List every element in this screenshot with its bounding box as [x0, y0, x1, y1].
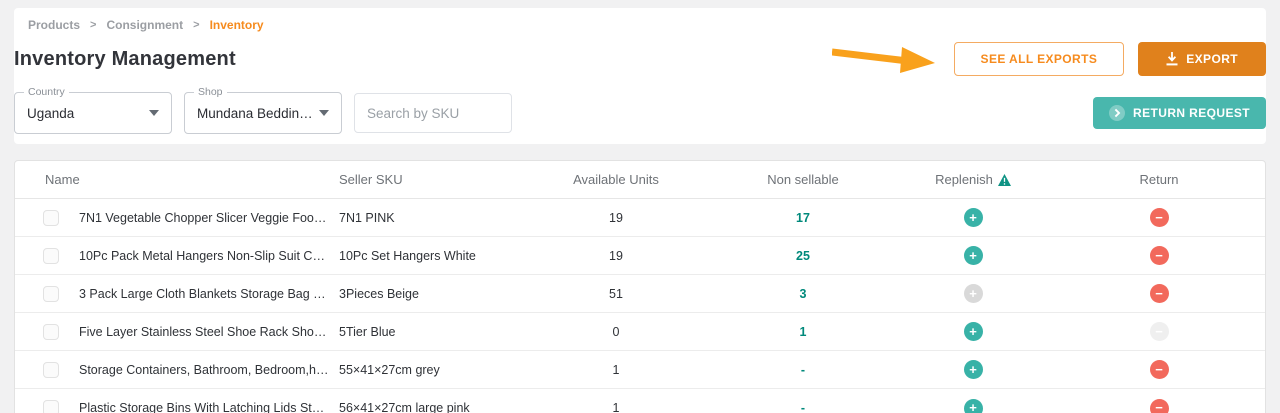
row-name: 7N1 Vegetable Chopper Slicer Veggie Food… [79, 210, 339, 225]
row-name: Plastic Storage Bins With Latching Lids … [79, 401, 339, 413]
table-row: Five Layer Stainless Steel Shoe Rack Sho… [15, 313, 1265, 351]
replenish-button[interactable]: + [963, 322, 983, 341]
table-row: Plastic Storage Bins With Latching Lids … [15, 389, 1265, 413]
row-name: Five Layer Stainless Steel Shoe Rack Sho… [79, 324, 339, 339]
chevron-down-icon [319, 110, 329, 116]
table-header-row: Name Seller SKU Available Units Non sell… [15, 161, 1265, 199]
column-header-name: Name [45, 172, 80, 187]
breadcrumb-products[interactable]: Products [28, 18, 80, 32]
row-seller-sku: 7N1 PINK [339, 210, 395, 225]
row-checkbox[interactable] [43, 209, 59, 226]
replenish-button[interactable]: + [963, 398, 983, 413]
row-non-sellable[interactable]: 17 [713, 211, 893, 225]
row-non-sellable[interactable]: 1 [713, 325, 893, 339]
column-header-replenish-label: Replenish [935, 172, 993, 187]
download-icon [1166, 52, 1178, 66]
row-non-sellable[interactable]: - [713, 363, 893, 377]
row-name: 10Pc Pack Metal Hangers Non-Slip Suit Co… [79, 248, 339, 263]
title-row: Inventory Management SEE ALL EXPORTS EXP… [14, 42, 1266, 76]
page-title: Inventory Management [14, 47, 236, 70]
row-seller-sku: 55×41×27cm grey [339, 362, 440, 377]
row-checkbox[interactable] [43, 285, 59, 302]
breadcrumb-inventory: Inventory [209, 18, 264, 32]
row-available-units: 51 [609, 286, 623, 301]
return-button[interactable]: − [1149, 208, 1169, 227]
table-body: 7N1 Vegetable Chopper Slicer Veggie Food… [15, 199, 1265, 413]
row-available-units: 1 [612, 362, 620, 377]
row-name: 3 Pack Large Cloth Blankets Storage Bag … [79, 286, 339, 301]
row-seller-sku: 5Tier Blue [339, 324, 396, 339]
row-seller-sku: 56×41×27cm large pink [339, 401, 470, 413]
column-header-return: Return [1139, 172, 1179, 187]
row-available-units: 0 [612, 324, 620, 339]
shop-select[interactable]: Shop Mundana Beddings - Mun... [184, 86, 342, 134]
shop-select-value: Mundana Beddings - Mun... [197, 105, 319, 121]
replenish-button[interactable]: + [963, 208, 983, 227]
export-button-label: EXPORT [1186, 52, 1238, 66]
circle-arrow-right-icon [1109, 105, 1126, 121]
return-request-label: RETURN REQUEST [1133, 106, 1250, 120]
table-row: Storage Containers, Bathroom, Bedroom,ha… [15, 351, 1265, 389]
row-checkbox[interactable] [43, 323, 59, 340]
return-button[interactable]: − [1149, 398, 1169, 413]
country-select-label: Country [24, 86, 69, 98]
return-request-button[interactable]: RETURN REQUEST [1093, 97, 1266, 129]
country-select-value: Uganda [27, 105, 75, 121]
column-header-seller-sku: Seller SKU [339, 172, 403, 187]
row-non-sellable[interactable]: 3 [713, 287, 893, 301]
search-sku-input[interactable] [354, 93, 512, 133]
return-button[interactable]: − [1149, 284, 1169, 303]
title-actions: SEE ALL EXPORTS EXPORT [831, 42, 1266, 76]
column-header-non-sellable: Non sellable [767, 172, 839, 187]
replenish-button[interactable]: + [963, 246, 983, 265]
row-available-units: 19 [609, 210, 623, 225]
table-row: 3 Pack Large Cloth Blankets Storage Bag … [15, 275, 1265, 313]
export-button[interactable]: EXPORT [1138, 42, 1266, 76]
breadcrumb-separator: > [90, 19, 97, 31]
row-checkbox[interactable] [43, 361, 59, 378]
column-header-replenish: Replenish [893, 172, 1053, 187]
annotation-arrow-icon [831, 47, 935, 73]
inventory-table: Name Seller SKU Available Units Non sell… [14, 160, 1266, 413]
return-button[interactable]: − [1149, 360, 1169, 379]
table-row: 10Pc Pack Metal Hangers Non-Slip Suit Co… [15, 237, 1265, 275]
shop-select-label: Shop [194, 86, 227, 98]
row-seller-sku: 10Pc Set Hangers White [339, 248, 476, 263]
row-checkbox[interactable] [43, 247, 59, 264]
replenish-button: + [963, 284, 983, 303]
row-non-sellable[interactable]: 25 [713, 249, 893, 263]
row-available-units: 19 [609, 248, 623, 263]
column-header-available-units: Available Units [573, 172, 659, 187]
chevron-down-icon [149, 110, 159, 116]
table-row: 7N1 Vegetable Chopper Slicer Veggie Food… [15, 199, 1265, 237]
return-button: − [1149, 322, 1169, 341]
row-name: Storage Containers, Bathroom, Bedroom,ha… [79, 362, 339, 377]
country-select[interactable]: Country Uganda [14, 86, 172, 134]
see-all-exports-button[interactable]: SEE ALL EXPORTS [953, 42, 1125, 76]
return-button[interactable]: − [1149, 246, 1169, 265]
row-seller-sku: 3Pieces Beige [339, 286, 419, 301]
filters-row: Country Uganda Shop Mundana Beddings - M… [14, 86, 1266, 134]
row-checkbox[interactable] [43, 400, 59, 413]
row-non-sellable[interactable]: - [713, 401, 893, 413]
breadcrumb-consignment[interactable]: Consignment [106, 18, 183, 32]
breadcrumb: Products > Consignment > Inventory [14, 12, 1266, 40]
breadcrumb-separator: > [193, 19, 200, 31]
page-header: Products > Consignment > Inventory Inven… [14, 8, 1266, 144]
warning-triangle-icon [997, 173, 1011, 186]
replenish-button[interactable]: + [963, 360, 983, 379]
row-available-units: 1 [612, 401, 620, 413]
